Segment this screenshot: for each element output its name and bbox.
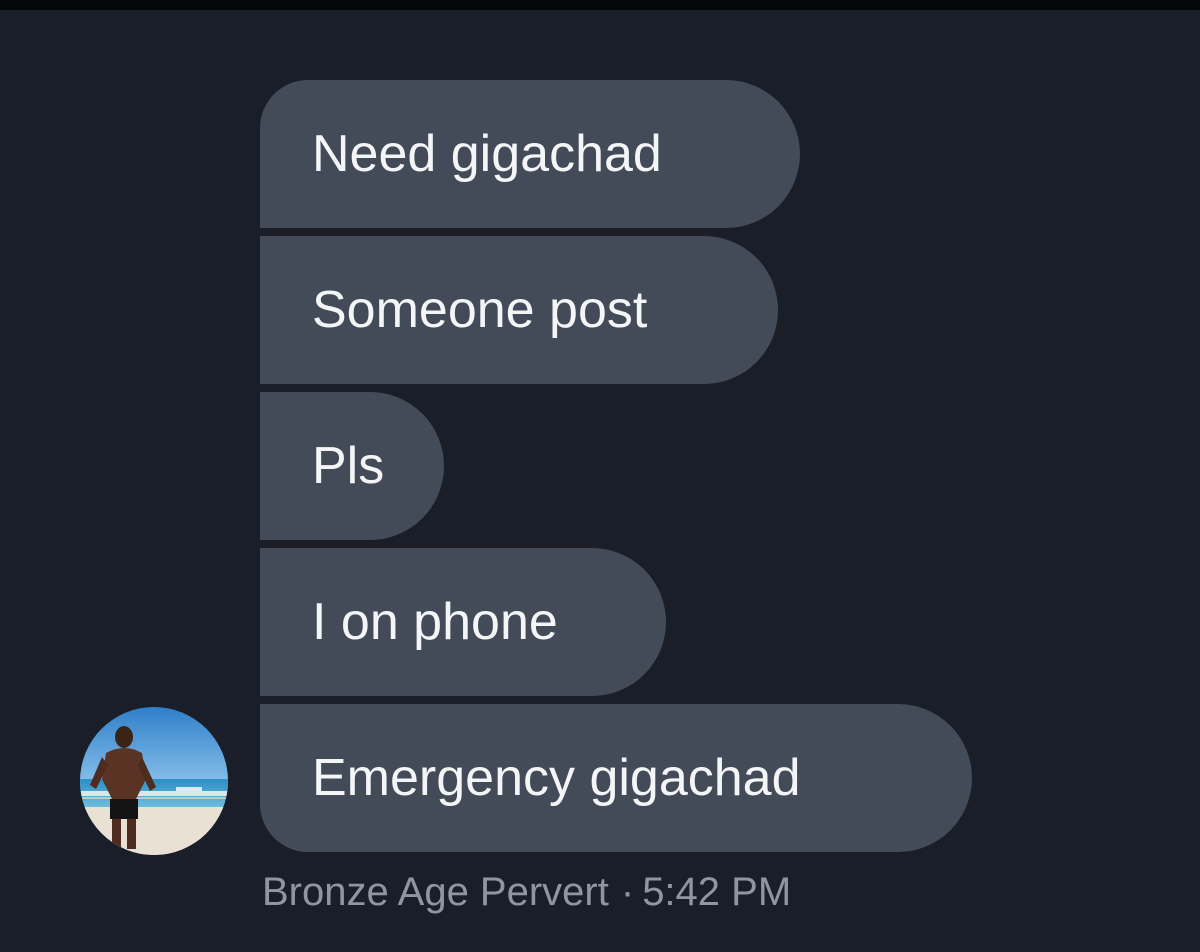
message-bubble[interactable]: Emergency gigachad: [260, 704, 972, 852]
message-bubble[interactable]: Need gigachad: [260, 80, 800, 228]
sender-name[interactable]: Bronze Age Pervert: [262, 870, 609, 914]
message-timestamp: 5:42 PM: [642, 870, 792, 914]
message-text: Need gigachad: [312, 125, 662, 183]
chat-screen: Need gigachad Someone post Pls I on phon…: [0, 0, 1200, 952]
message-bubble[interactable]: I on phone: [260, 548, 666, 696]
message-bubble[interactable]: Pls: [260, 392, 444, 540]
message-text: Emergency gigachad: [312, 749, 801, 807]
message-text: I on phone: [312, 593, 558, 651]
message-text: Someone post: [312, 281, 648, 339]
message-bubble[interactable]: Someone post: [260, 236, 778, 384]
message-text: Pls: [312, 437, 385, 495]
beach-photo-avatar-icon: [80, 707, 228, 855]
sender-avatar[interactable]: [80, 707, 228, 855]
meta-separator: ·: [620, 870, 635, 914]
top-edge-bar: [0, 0, 1200, 10]
message-meta: Bronze Age Pervert · 5:42 PM: [262, 870, 791, 915]
